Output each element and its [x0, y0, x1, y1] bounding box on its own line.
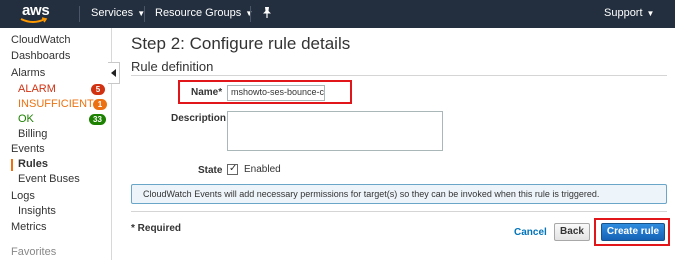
alarm-count-badge: 5	[91, 84, 105, 95]
aws-smile-icon	[20, 17, 48, 23]
support-label: Support	[604, 7, 643, 19]
state-enabled-label[interactable]: Enabled	[244, 164, 281, 175]
sidebar-item-metrics[interactable]: Metrics	[11, 221, 46, 233]
nav-divider	[144, 6, 145, 22]
description-field[interactable]	[227, 111, 443, 151]
top-nav: aws Services▼ Resource Groups▼ Support▼	[0, 0, 675, 28]
pin-icon[interactable]	[261, 6, 273, 20]
insufficient-count-badge: 1	[93, 99, 107, 110]
create-rule-button[interactable]: Create rule	[601, 223, 665, 241]
collapse-sidebar-button[interactable]	[108, 62, 120, 84]
resource-groups-label: Resource Groups	[155, 7, 242, 19]
page-title: Step 2: Configure rule details	[131, 34, 351, 53]
sidebar-item-insights[interactable]: Insights	[18, 205, 56, 217]
sidebar-item-dashboards[interactable]: Dashboards	[11, 50, 70, 62]
nav-divider	[250, 6, 251, 22]
sidebar-item-cloudwatch[interactable]: CloudWatch	[11, 34, 71, 46]
sidebar-item-rules[interactable]: Rules	[18, 158, 48, 170]
ok-count-badge: 33	[89, 114, 106, 125]
section-title: Rule definition	[131, 59, 214, 74]
section-divider	[131, 75, 667, 76]
sidebar-favorites-heading: Favorites	[11, 246, 57, 258]
sidebar-item-logs[interactable]: Logs	[11, 190, 35, 202]
sidebar-item-event-buses[interactable]: Event Buses	[18, 173, 80, 185]
checkmark-icon: ✓	[229, 163, 238, 174]
sidebar-item-alarm[interactable]: ALARM	[18, 83, 56, 95]
chevron-down-icon: ▼	[646, 9, 655, 18]
sidebar-item-billing[interactable]: Billing	[18, 128, 47, 140]
description-label: Description	[171, 113, 227, 124]
back-button[interactable]: Back	[554, 223, 590, 241]
services-menu[interactable]: Services ▼	[91, 7, 145, 19]
info-message-box: CloudWatch Events will add necessary per…	[131, 184, 667, 204]
collapse-left-icon	[111, 69, 116, 77]
sidebar-item-events[interactable]: Events	[11, 143, 45, 155]
sidebar-item-insufficient[interactable]: INSUFFICIENT	[18, 98, 94, 110]
services-label: Services	[91, 7, 134, 19]
sidebar-item-alarms[interactable]: Alarms	[11, 67, 45, 79]
required-note: * Required	[131, 223, 182, 234]
name-field[interactable]: mshowto-ses-bounce-co	[227, 85, 325, 101]
state-enabled-checkbox[interactable]: ✓	[227, 163, 238, 175]
sidebar: CloudWatch Dashboards Alarms ALARM 5 INS…	[0, 28, 112, 260]
support-menu[interactable]: Support ▼	[604, 7, 654, 19]
resource-groups-menu[interactable]: Resource Groups▼	[155, 7, 253, 19]
active-item-marker	[11, 159, 13, 171]
nav-divider	[79, 6, 80, 22]
name-label: Name*	[191, 87, 223, 98]
state-label: State	[198, 165, 223, 176]
footer-divider	[131, 211, 667, 212]
sidebar-item-ok[interactable]: OK	[18, 113, 34, 125]
info-message-text: CloudWatch Events will add necessary per…	[143, 189, 600, 199]
aws-logo[interactable]: aws	[18, 2, 62, 25]
cancel-link[interactable]: Cancel	[514, 227, 547, 238]
